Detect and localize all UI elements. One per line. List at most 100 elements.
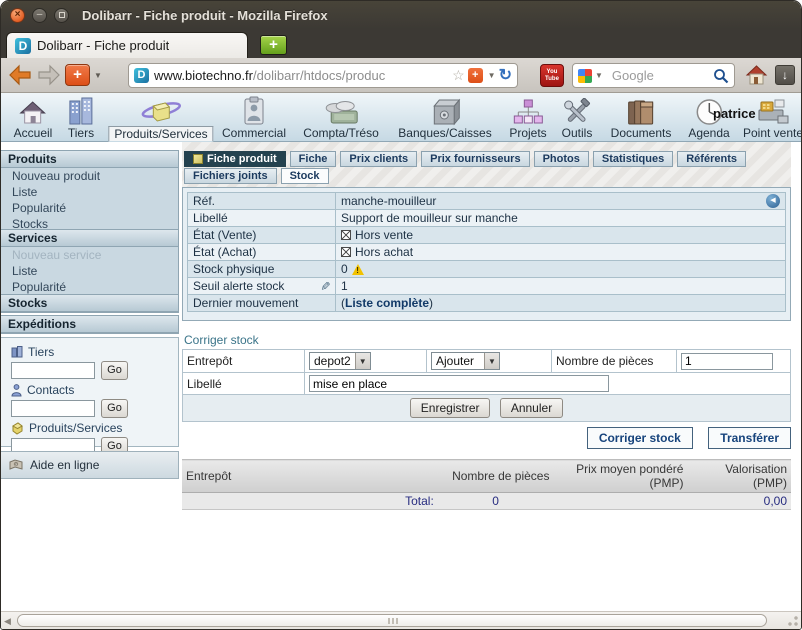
- tab-prix-clients[interactable]: Prix clients: [340, 151, 417, 167]
- tab-fiche[interactable]: Fiche: [290, 151, 337, 167]
- tab-statistiques[interactable]: Statistiques: [593, 151, 673, 167]
- edit-pencil-icon[interactable]: ✎: [318, 281, 332, 291]
- browser-tabstrip: D Dolibarr - Fiche produit +: [1, 29, 801, 58]
- window-maximize-button[interactable]: [54, 8, 69, 23]
- appbar-item-documents[interactable]: Documents: [608, 95, 675, 140]
- appbar-item-compta-treso[interactable]: Compta/Tréso: [300, 95, 382, 140]
- quicksearch-tiers-go-button[interactable]: Go: [101, 361, 128, 380]
- sidebar-item-popularite-services[interactable]: Popularité: [1, 279, 178, 295]
- window-minimize-button[interactable]: –: [32, 8, 47, 23]
- enregistrer-button[interactable]: Enregistrer: [410, 398, 491, 418]
- total-row: Total: 0 0,00: [182, 493, 791, 510]
- sidebar-item-liste-produits[interactable]: Liste: [1, 184, 178, 200]
- tab-photos[interactable]: Photos: [534, 151, 589, 167]
- window-close-button[interactable]: ×: [10, 8, 25, 23]
- appbar-item-commercial[interactable]: Commercial: [219, 95, 289, 140]
- sidebar-header-services[interactable]: Services: [1, 230, 178, 247]
- entrepot-select[interactable]: depot2 ▼: [309, 352, 371, 370]
- quicksearch-contacts-go-button[interactable]: Go: [101, 399, 128, 418]
- libelle-label: Libellé: [188, 210, 336, 227]
- corriger-stock-button[interactable]: Corriger stock: [587, 427, 693, 449]
- quicksearch-tiers-input[interactable]: [11, 362, 95, 379]
- sidebar-item-liste-services[interactable]: Liste: [1, 263, 178, 279]
- col-entrepot[interactable]: Entrepôt: [182, 460, 438, 493]
- stock-physique-value: 0: [341, 262, 348, 276]
- sidebar-item-nouveau-produit[interactable]: Nouveau produit: [1, 168, 178, 184]
- logged-user-name[interactable]: patrice: [713, 106, 756, 121]
- google-logo-icon: [578, 69, 592, 83]
- dolibarr-appbar: Accueil Tiers Produits/Services Commerci…: [1, 93, 801, 142]
- liste-complete-link[interactable]: Liste complète: [345, 296, 429, 310]
- table-row: Réf. manche-mouilleur ◀: [188, 193, 786, 210]
- scrollbar-grip: [392, 618, 394, 624]
- annuler-button[interactable]: Annuler: [500, 398, 563, 418]
- col-pmp[interactable]: Prix moyen pondéré (PMP): [553, 460, 687, 493]
- appbar-item-projets[interactable]: Projets: [506, 95, 549, 140]
- magnifier-icon[interactable]: [713, 68, 729, 84]
- table-row: Stock physique 0!: [188, 261, 786, 278]
- mode-select[interactable]: Ajouter ▼: [431, 352, 500, 370]
- table-row: État (Achat) Hors achat: [188, 244, 786, 261]
- new-tab-toolbar-button[interactable]: +: [65, 64, 90, 86]
- previous-record-icon[interactable]: ◀: [766, 194, 780, 208]
- url-bar[interactable]: D www.biotechno.fr /dolibarr/htdocs/prod…: [128, 63, 518, 88]
- nombre-pieces-input[interactable]: [681, 353, 773, 370]
- sidebar-help[interactable]: ? Aide en ligne: [1, 451, 179, 479]
- scrollbar-thumb[interactable]: [17, 614, 767, 627]
- back-button[interactable]: [8, 64, 32, 86]
- search-bar[interactable]: ▼ Google: [572, 63, 735, 88]
- col-valorisation[interactable]: Valorisation (PMP): [687, 460, 791, 493]
- ref-label: Réf.: [188, 193, 336, 210]
- stock-physique-label: Stock physique: [188, 261, 336, 278]
- appbar-item-produits-services[interactable]: Produits/Services: [108, 95, 213, 142]
- tabs-row-2: Fichiers joints Stock: [184, 168, 329, 184]
- org-chart-icon: [506, 95, 549, 126]
- window-resize-grip[interactable]: [788, 616, 798, 626]
- tab-prix-fournisseurs[interactable]: Prix fournisseurs: [421, 151, 529, 167]
- quicksearch-contacts-input[interactable]: [11, 400, 95, 417]
- corriger-stock-title: Corriger stock: [184, 333, 259, 347]
- content-tabs-zone: Fiche produit Fiche Prix clients Prix fo…: [182, 142, 791, 187]
- url-plus-badge-icon[interactable]: +: [468, 68, 483, 83]
- search-engine-caret[interactable]: ▼: [595, 71, 603, 80]
- appbar-item-banques-caisses[interactable]: Banques/Caisses: [395, 95, 494, 140]
- appbar-item-tiers[interactable]: Tiers: [65, 95, 97, 140]
- new-tab-dropdown-caret[interactable]: ▼: [94, 71, 102, 80]
- appbar-item-accueil[interactable]: Accueil: [11, 95, 56, 140]
- col-nombre-pieces[interactable]: Nombre de pièces: [438, 460, 554, 493]
- download-button[interactable]: ↓: [775, 65, 795, 85]
- sidebar-header-produits[interactable]: Produits: [1, 151, 178, 168]
- tab-referents[interactable]: Référents: [677, 151, 746, 167]
- firefox-window: × – Dolibarr - Fiche produit - Mozilla F…: [0, 0, 802, 630]
- bookmark-star-icon[interactable]: ☆: [452, 67, 465, 84]
- url-dropdown-caret[interactable]: ▼: [488, 71, 496, 80]
- browser-tab[interactable]: D Dolibarr - Fiche produit: [6, 32, 248, 58]
- sidebar-header-stocks[interactable]: Stocks: [1, 295, 178, 312]
- sidebar-section-produits: Produits Nouveau produit Liste Popularit…: [1, 150, 179, 233]
- transferer-button[interactable]: Transférer: [708, 427, 791, 449]
- browser-navbar: + ▼ D www.biotechno.fr /dolibarr/htdocs/…: [1, 58, 801, 93]
- home-button[interactable]: [745, 64, 768, 91]
- tab-fichiers-joints[interactable]: Fichiers joints: [184, 168, 277, 184]
- quicksearch-tiers-label: Tiers: [11, 345, 178, 359]
- sidebar-header-expeditions[interactable]: Expéditions: [1, 316, 178, 333]
- ref-value: manche-mouilleur: [341, 194, 436, 208]
- product-summary-box: Réf. manche-mouilleur◀ Libellé Support d…: [182, 187, 791, 321]
- youtube-icon[interactable]: You Tube: [540, 64, 564, 87]
- sidebar-item-popularite-produits[interactable]: Popularité: [1, 200, 178, 216]
- entrepot-label: Entrepôt: [183, 350, 305, 373]
- new-tab-button[interactable]: +: [260, 35, 287, 55]
- browser-tab-title: Dolibarr - Fiche produit: [37, 38, 169, 53]
- tab-fiche-produit[interactable]: Fiche produit: [184, 151, 286, 167]
- reload-icon[interactable]: ↻: [499, 68, 512, 84]
- table-row: Seuil alerte stock✎ 1: [188, 278, 786, 295]
- forward-button[interactable]: [37, 64, 61, 86]
- tab-stock[interactable]: Stock: [281, 168, 329, 184]
- sidebar-quicksearch: Tiers Go Contacts Go Produits/Services G…: [1, 337, 179, 447]
- safe-icon: [395, 95, 494, 126]
- scroll-left-arrow-icon[interactable]: ◀: [4, 616, 11, 627]
- libelle-input[interactable]: [309, 375, 609, 392]
- appbar-item-outils[interactable]: Outils: [559, 95, 596, 140]
- person-icon: [11, 384, 22, 397]
- horizontal-scrollbar[interactable]: ◀: [1, 611, 801, 629]
